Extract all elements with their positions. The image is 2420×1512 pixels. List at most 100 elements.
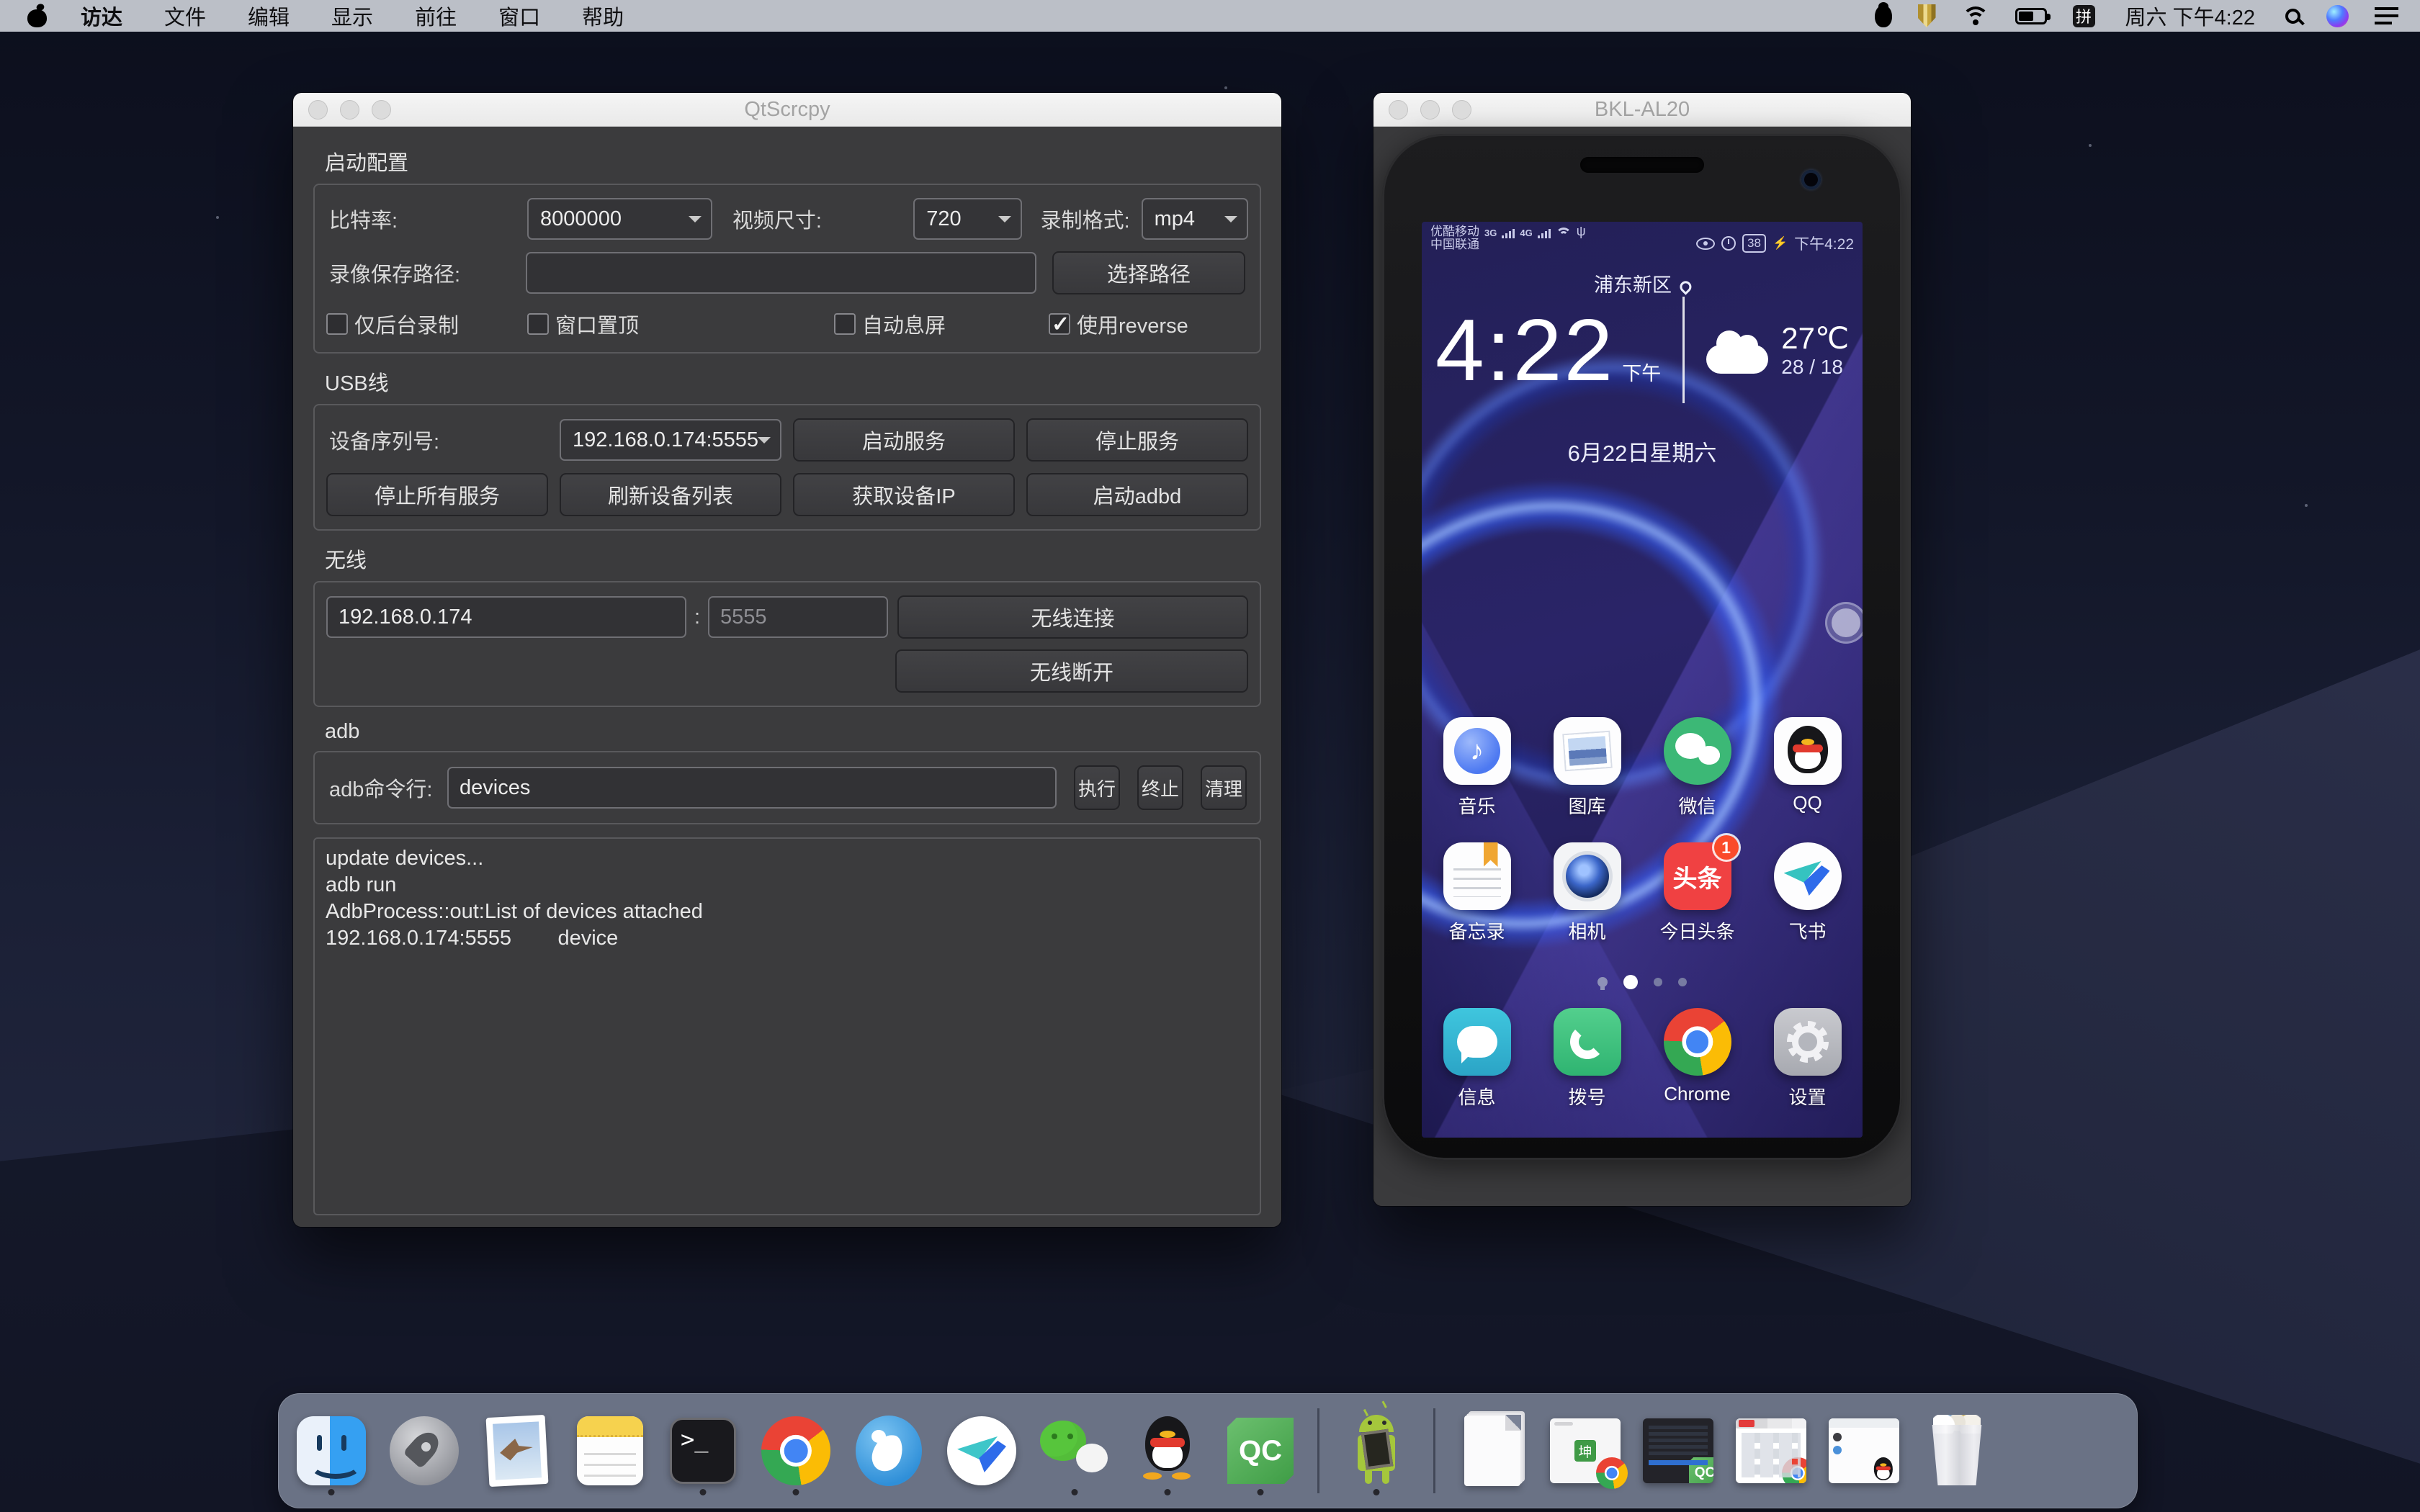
messages-app-icon[interactable] xyxy=(1443,1008,1511,1076)
dock-notes[interactable] xyxy=(574,1406,646,1495)
dialer-app-icon[interactable] xyxy=(1554,1008,1621,1076)
menu-item-view[interactable]: 显示 xyxy=(310,1,394,31)
checkbox-box[interactable] xyxy=(527,313,549,335)
menu-item-file[interactable]: 文件 xyxy=(143,1,227,31)
adb-clear-button[interactable]: 清理 xyxy=(1201,765,1247,810)
dock-wechat[interactable] xyxy=(1039,1406,1111,1495)
clock-weather-widget[interactable]: 4:22 下午 27℃ 28 / 18 xyxy=(1422,297,1863,403)
android-robot-icon[interactable] xyxy=(1342,1413,1411,1488)
phone-window-titlebar[interactable]: BKL-AL20 xyxy=(1373,93,1911,127)
app-dialer[interactable]: 拨号 xyxy=(1532,1008,1642,1110)
get-device-ip-button[interactable]: 获取设备IP xyxy=(793,473,1015,516)
trash-icon[interactable] xyxy=(1926,1415,1988,1487)
siri-icon[interactable] xyxy=(2326,5,2349,27)
record-format-combobox[interactable]: mp4 xyxy=(1142,198,1248,240)
wireless-disconnect-button[interactable]: 无线断开 xyxy=(895,649,1248,693)
menu-item-window[interactable]: 窗口 xyxy=(478,1,561,31)
terminal-icon[interactable]: >_ xyxy=(670,1418,736,1484)
adb-output-console[interactable]: update devices... adb run AdbProcess::ou… xyxy=(313,837,1261,1215)
wireless-ip-input[interactable]: 192.168.0.174 xyxy=(326,596,686,638)
chrome-icon[interactable] xyxy=(761,1416,830,1485)
settings-app-icon[interactable] xyxy=(1774,1008,1842,1076)
minimized-window-thumbnail[interactable]: QC xyxy=(1643,1418,1713,1483)
wechat-icon[interactable] xyxy=(1039,1416,1111,1485)
finder-icon[interactable] xyxy=(297,1416,366,1485)
start-adbd-button[interactable]: 启动adbd xyxy=(1026,473,1248,516)
input-method-icon[interactable]: 拼 xyxy=(2073,5,2095,27)
minimized-window-thumbnail[interactable] xyxy=(1829,1418,1899,1483)
stop-service-button[interactable]: 停止服务 xyxy=(1026,418,1248,462)
checkbox-box[interactable] xyxy=(834,313,856,335)
bitrate-combobox[interactable]: 8000000 xyxy=(527,198,712,240)
location-row[interactable]: 浦东新区 xyxy=(1422,269,1863,297)
sealion-app-icon[interactable] xyxy=(856,1416,922,1486)
dock-minimized-window-kun[interactable]: 坤 xyxy=(1549,1406,1621,1495)
music-app-icon[interactable]: ♪ xyxy=(1443,717,1511,785)
assistive-touch-ball[interactable] xyxy=(1825,602,1863,644)
notes-icon[interactable] xyxy=(577,1416,643,1485)
qtscrcpy-icon[interactable]: QC xyxy=(1227,1418,1294,1484)
qtscrcpy-titlebar[interactable]: QtScrcpy xyxy=(293,93,1281,127)
qq-app-icon[interactable] xyxy=(1774,717,1842,785)
menu-item-help[interactable]: 帮助 xyxy=(561,1,645,31)
app-camera[interactable]: 相机 xyxy=(1532,842,1642,944)
app-music[interactable]: ♪ 音乐 xyxy=(1422,717,1532,819)
dock-documents-stack[interactable] xyxy=(1456,1406,1528,1495)
launchpad-icon[interactable] xyxy=(390,1416,459,1485)
app-settings[interactable]: 设置 xyxy=(1752,1008,1863,1110)
zoom-button[interactable] xyxy=(372,100,391,120)
dock-qtscrcpy[interactable]: QC xyxy=(1224,1406,1296,1495)
app-chrome[interactable]: Chrome xyxy=(1642,1008,1752,1110)
minimized-window-thumbnail[interactable]: 坤 xyxy=(1550,1418,1621,1483)
menu-bar-clock[interactable]: 周六 下午4:22 xyxy=(2121,1,2260,31)
menu-item-go[interactable]: 前往 xyxy=(394,1,478,31)
close-button[interactable] xyxy=(308,100,328,120)
minimized-window-thumbnail[interactable] xyxy=(1736,1418,1806,1483)
choose-path-button[interactable]: 选择路径 xyxy=(1052,251,1245,294)
app-gallery[interactable]: 图库 xyxy=(1532,717,1642,819)
shield-status-icon[interactable] xyxy=(1918,4,1936,27)
wireless-port-input[interactable]: 5555 xyxy=(708,596,888,638)
adb-run-button[interactable]: 执行 xyxy=(1074,765,1120,810)
app-qq[interactable]: QQ xyxy=(1752,717,1863,819)
dock-sealion-app[interactable] xyxy=(853,1406,925,1495)
dock-qq[interactable] xyxy=(1131,1406,1204,1495)
wifi-icon[interactable] xyxy=(1962,6,1989,25)
qq-status-icon[interactable] xyxy=(1875,5,1892,27)
notes-app-icon[interactable] xyxy=(1443,842,1511,910)
notification-center-icon[interactable] xyxy=(2375,7,2398,24)
dock-launchpad[interactable] xyxy=(388,1406,460,1495)
wireless-connect-button[interactable]: 无线连接 xyxy=(897,595,1248,639)
mail-icon[interactable] xyxy=(486,1415,549,1487)
battery-icon[interactable] xyxy=(2015,8,2047,24)
dock-finder[interactable] xyxy=(295,1406,367,1495)
dock-terminal[interactable]: >_ xyxy=(667,1406,739,1495)
dock-minimized-window-qq-chat[interactable] xyxy=(1828,1406,1900,1495)
minimize-button[interactable] xyxy=(1420,100,1440,120)
feishu-app-icon[interactable] xyxy=(1774,842,1842,910)
gallery-app-icon[interactable] xyxy=(1554,717,1621,785)
zoom-button[interactable] xyxy=(1452,100,1471,120)
app-messages[interactable]: 信息 xyxy=(1422,1008,1532,1110)
app-notes[interactable]: 备忘录 xyxy=(1422,842,1532,944)
menu-item-edit[interactable]: 编辑 xyxy=(227,1,310,31)
start-service-button[interactable]: 启动服务 xyxy=(793,418,1015,462)
close-button[interactable] xyxy=(1389,100,1408,120)
checkbox-box-checked[interactable] xyxy=(1049,313,1070,335)
dock-feishu[interactable] xyxy=(946,1406,1018,1495)
checkbox-use-reverse[interactable]: 使用reverse xyxy=(1049,309,1188,339)
checkbox-background-record[interactable]: 仅后台录制 xyxy=(326,309,527,339)
checkbox-box[interactable] xyxy=(326,313,348,335)
toutiao-app-icon[interactable]: 头条 1 xyxy=(1664,842,1731,910)
stop-all-services-button[interactable]: 停止所有服务 xyxy=(326,473,548,516)
wechat-app-icon[interactable] xyxy=(1664,717,1731,785)
chrome-app-icon[interactable] xyxy=(1664,1008,1731,1076)
qq-icon[interactable] xyxy=(1133,1413,1202,1488)
camera-app-icon[interactable] xyxy=(1554,842,1621,910)
apple-menu-icon[interactable] xyxy=(27,4,47,27)
documents-stack-icon[interactable] xyxy=(1464,1416,1520,1486)
dock-minimized-window-code[interactable]: QC xyxy=(1642,1406,1714,1495)
app-toutiao[interactable]: 头条 1 今日头条 xyxy=(1642,842,1752,944)
spotlight-search-icon[interactable] xyxy=(2285,9,2300,24)
dock-mail[interactable] xyxy=(481,1406,553,1495)
